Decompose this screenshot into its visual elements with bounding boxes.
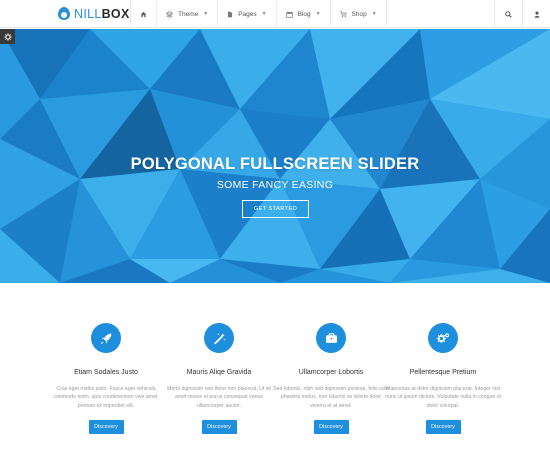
- gear-icon: [3, 32, 12, 41]
- calendar-icon: [285, 11, 293, 18]
- home-icon: [140, 11, 147, 17]
- feature-card: Ullamcorper Lobortis Sed lobortis, nibh …: [271, 323, 391, 435]
- feature-text: Cras eget mattis justo. Fusce eget vehic…: [53, 386, 159, 409]
- nav-blog[interactable]: Blog ▼: [275, 0, 330, 28]
- logo[interactable]: NILLBOX: [57, 6, 130, 22]
- chevron-down-icon: ▼: [203, 11, 209, 17]
- chevron-down-icon: ▼: [315, 11, 321, 17]
- main-nav: Theme ▼ Pages ▼ Blog ▼ Shop ▼: [130, 0, 387, 28]
- settings-toggle[interactable]: [0, 29, 15, 44]
- nav-home[interactable]: [130, 0, 156, 28]
- magic-wand-icon: [204, 323, 234, 353]
- features-section: Etiam Sodales Justo Cras eget mattis jus…: [0, 283, 550, 455]
- discovery-button[interactable]: Discovery: [201, 420, 237, 435]
- gears-icon: [428, 323, 458, 353]
- site-header: NILLBOX Theme ▼ Pages ▼ Blog ▼ Shop ▼: [0, 0, 550, 28]
- layers-icon: [166, 10, 173, 18]
- feature-card: Mauris Aliqe Gravida Morbi dignissim non…: [159, 323, 279, 435]
- hero-slider: POLYGONAL FULLSCREEN SLIDER SOME FANCY E…: [0, 29, 550, 283]
- hero-title: POLYGONAL FULLSCREEN SLIDER: [130, 155, 420, 173]
- chevron-down-icon: ▼: [261, 11, 267, 17]
- search-icon: [505, 10, 512, 18]
- cart-icon: [339, 10, 347, 18]
- nav-pages-label: Pages: [238, 10, 257, 18]
- feature-text: Maecenas at dolor dignissim placerat. In…: [385, 386, 501, 409]
- nav-shop-label: Shop: [351, 10, 367, 18]
- feature-title: Mauris Aliqe Gravida: [186, 369, 252, 376]
- nav-theme[interactable]: Theme ▼: [156, 0, 217, 28]
- nav-theme-label: Theme: [178, 10, 199, 18]
- feature-title: Ullamcorper Lobortis: [298, 369, 364, 376]
- rocket-icon: [91, 323, 121, 353]
- hero-subtitle: SOME FANCY EASING: [216, 179, 334, 191]
- search-button[interactable]: [494, 0, 522, 28]
- account-button[interactable]: [522, 0, 550, 28]
- nav-shop[interactable]: Shop ▼: [329, 0, 387, 28]
- logo-drop-icon: [57, 7, 71, 21]
- discovery-button[interactable]: Discovery: [425, 420, 461, 435]
- user-icon: [534, 11, 539, 18]
- feature-title: Pellentesque Pretium: [409, 369, 477, 376]
- feature-card: Etiam Sodales Justo Cras eget mattis jus…: [46, 323, 166, 435]
- logo-text: NILLBOX: [74, 7, 130, 21]
- feature-card: Pellentesque Pretium Maecenas at dolor d…: [383, 323, 503, 435]
- get-started-button[interactable]: GET STARTED: [242, 200, 309, 218]
- discovery-button[interactable]: Discovery: [88, 420, 124, 435]
- briefcase-icon: [316, 323, 346, 353]
- nav-blog-label: Blog: [297, 10, 311, 18]
- discovery-button[interactable]: Discovery: [313, 420, 349, 435]
- feature-text: Sed lobortis, nibh sed dignissim pulvina…: [273, 386, 389, 409]
- file-icon: [227, 11, 233, 18]
- feature-text: Morbi dignissim non dolor non placerat. …: [167, 386, 271, 409]
- feature-title: Etiam Sodales Justo: [74, 369, 138, 376]
- chevron-down-icon: ▼: [371, 11, 377, 17]
- header-actions: [494, 0, 550, 28]
- nav-pages[interactable]: Pages ▼: [217, 0, 275, 28]
